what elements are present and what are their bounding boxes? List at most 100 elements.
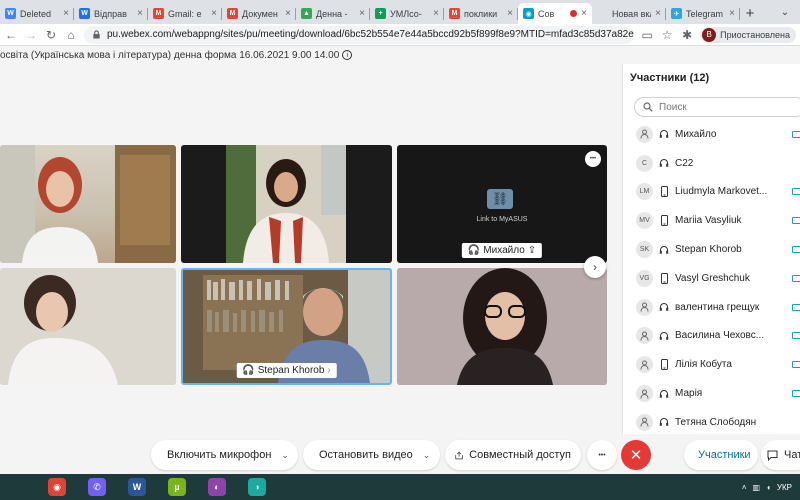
reload-button[interactable]: ↻ xyxy=(44,28,58,42)
participant-row[interactable]: MV Mariia Vasyliuk xyxy=(623,206,800,235)
participants-button[interactable]: Участники xyxy=(684,440,758,470)
participants-label: Участники xyxy=(698,449,751,461)
tab-close-icon[interactable]: × xyxy=(63,8,69,19)
browser-tab[interactable]: W Відправ × xyxy=(74,3,148,24)
tab-close-icon[interactable]: × xyxy=(729,8,735,19)
video-tile[interactable] xyxy=(0,268,176,385)
headset-icon: 🎧 xyxy=(467,245,481,256)
tab-close-icon[interactable]: × xyxy=(655,8,661,19)
avatar xyxy=(636,385,653,403)
profile-status: Приостановлена xyxy=(720,29,790,40)
tab-close-icon[interactable]: × xyxy=(507,8,513,19)
participant-row[interactable]: Марія xyxy=(623,379,800,408)
tab-close-icon[interactable]: × xyxy=(433,8,439,19)
taskbar-app-viber[interactable]: ✆ xyxy=(80,474,114,500)
participant-search-input[interactable]: Поиск xyxy=(634,97,800,117)
volume-icon[interactable]: ◖ xyxy=(766,483,771,492)
chevron-right-icon: › xyxy=(327,365,331,376)
tab-label: Денна - xyxy=(316,8,348,19)
participant-name: Василина Чеховс... xyxy=(675,330,765,342)
participant-row[interactable]: Лілія Кобута xyxy=(623,350,800,379)
tab-close-icon[interactable]: × xyxy=(137,8,143,19)
chevron-down-icon[interactable]: ⌄ xyxy=(423,450,431,461)
network-icon[interactable]: ▥ xyxy=(753,483,761,492)
next-page-button[interactable]: › xyxy=(584,256,606,278)
chevron-down-icon[interactable]: ⌄ xyxy=(281,450,289,461)
participant-row[interactable]: Василина Чеховс... xyxy=(623,322,800,351)
browser-tab[interactable]: Mпоклики × xyxy=(444,3,518,24)
browser-tab[interactable]: M Докумен × xyxy=(222,3,296,24)
tab-favicon-icon: M xyxy=(153,8,164,19)
tab-close-icon[interactable]: × xyxy=(285,8,291,19)
link-caption: Link to MyASUS xyxy=(476,216,528,223)
info-icon[interactable]: i xyxy=(342,50,353,60)
language-indicator[interactable]: УКР xyxy=(777,483,792,492)
browser-tab[interactable]: + УМЛсо- × xyxy=(370,3,444,24)
leave-meeting-button[interactable]: ✕ xyxy=(621,440,651,470)
participant-name: Mariia Vasyliuk xyxy=(675,215,742,227)
participant-row[interactable]: Тетяна Слободян xyxy=(623,408,800,437)
browser-toolbar: ← → ↻ ⌂ pu.webex.com/webappng/sites/pu/m… xyxy=(0,24,800,46)
participant-row[interactable]: SK Stepan Khorob xyxy=(623,235,800,264)
recording-indicator-icon xyxy=(570,10,578,17)
participant-video xyxy=(226,145,346,263)
mic-label: Включить микрофон xyxy=(167,449,272,461)
chevron-down-icon: ⌄ xyxy=(780,6,790,18)
headset-icon xyxy=(659,157,669,169)
tile-name: Михайло xyxy=(483,245,525,256)
browser-tab[interactable]: Новая вклад × xyxy=(592,3,666,24)
participant-row[interactable]: LM Liudmyla Markovet... xyxy=(623,178,800,207)
tab-close-icon[interactable]: × xyxy=(211,8,217,19)
participant-row[interactable]: Михайло xyxy=(623,120,800,149)
participant-row[interactable]: VG Vasyl Greshchuk xyxy=(623,264,800,293)
more-options-button[interactable]: ••• xyxy=(587,440,617,470)
tab-search-button[interactable]: ⌄ xyxy=(770,0,800,24)
taskbar-app-utorrent[interactable]: µ xyxy=(160,474,194,500)
share-button[interactable]: Совместный доступ xyxy=(445,440,581,470)
tile-more-button[interactable]: ••• xyxy=(585,151,601,167)
browser-tab[interactable]: ✈ Telegram × xyxy=(666,3,740,24)
camera-icon xyxy=(792,332,800,340)
taskbar-app-webex[interactable]: ◑ xyxy=(240,474,274,500)
avatar xyxy=(636,413,653,431)
back-button[interactable]: ← xyxy=(4,28,18,42)
tab-close-icon[interactable]: × xyxy=(581,8,587,19)
browser-tab[interactable]: ▲ Денна - × xyxy=(296,3,370,24)
mic-button[interactable]: Включить микрофон ⌄ xyxy=(151,440,298,470)
cast-icon[interactable]: ▭ xyxy=(640,28,654,42)
share-icon xyxy=(455,451,463,459)
video-tile-active-speaker[interactable]: 🎧 Stepan Khorob › xyxy=(181,268,392,385)
taskbar-app-word[interactable]: W xyxy=(120,474,154,500)
meeting-title-text: освіта (Українська мова і література) де… xyxy=(0,49,340,61)
taskbar-app-chrome[interactable]: ◉ xyxy=(40,474,74,500)
video-button[interactable]: Остановить видео ⌄ xyxy=(303,440,440,470)
camera-icon xyxy=(792,274,800,282)
tab-close-icon[interactable]: × xyxy=(359,8,365,19)
start-button[interactable] xyxy=(0,474,34,500)
video-tile[interactable] xyxy=(0,145,176,263)
participant-row[interactable]: C C22 xyxy=(623,149,800,178)
browser-tab[interactable]: M Gmail: e × xyxy=(148,3,222,24)
participant-row[interactable]: валентина грещук xyxy=(623,293,800,322)
video-tile[interactable] xyxy=(397,268,607,385)
address-bar[interactable]: pu.webex.com/webappng/sites/pu/meeting/d… xyxy=(84,25,635,44)
avatar: MV xyxy=(636,212,653,230)
video-tile[interactable] xyxy=(181,145,392,263)
profile-button[interactable]: B Приостановлена xyxy=(700,26,796,43)
browser-tab[interactable]: W Deleted × xyxy=(0,3,74,24)
tab-label: Gmail: e xyxy=(168,8,202,19)
home-button[interactable]: ⌂ xyxy=(64,28,78,42)
chevron-up-icon[interactable]: ˄ xyxy=(742,483,747,492)
tab-label: Докумен xyxy=(242,8,278,19)
viber-icon: ✆ xyxy=(88,478,106,496)
tab-favicon-icon: M xyxy=(449,8,460,19)
new-tab-button[interactable]: + xyxy=(740,3,760,24)
forward-button[interactable]: → xyxy=(24,28,38,42)
star-icon[interactable]: ☆ xyxy=(660,28,674,42)
extensions-icon[interactable]: ✱ xyxy=(680,28,694,42)
video-tile-link[interactable]: ⛓ Link to MyASUS ••• 🎧 Михайло ⇪ xyxy=(397,145,607,263)
taskbar-app-photos[interactable]: ◐ xyxy=(200,474,234,500)
chat-button[interactable]: Чат xyxy=(761,440,800,470)
browser-tab[interactable]: ◉ Сов × xyxy=(518,3,592,24)
webex-icon: ◑ xyxy=(248,478,266,496)
